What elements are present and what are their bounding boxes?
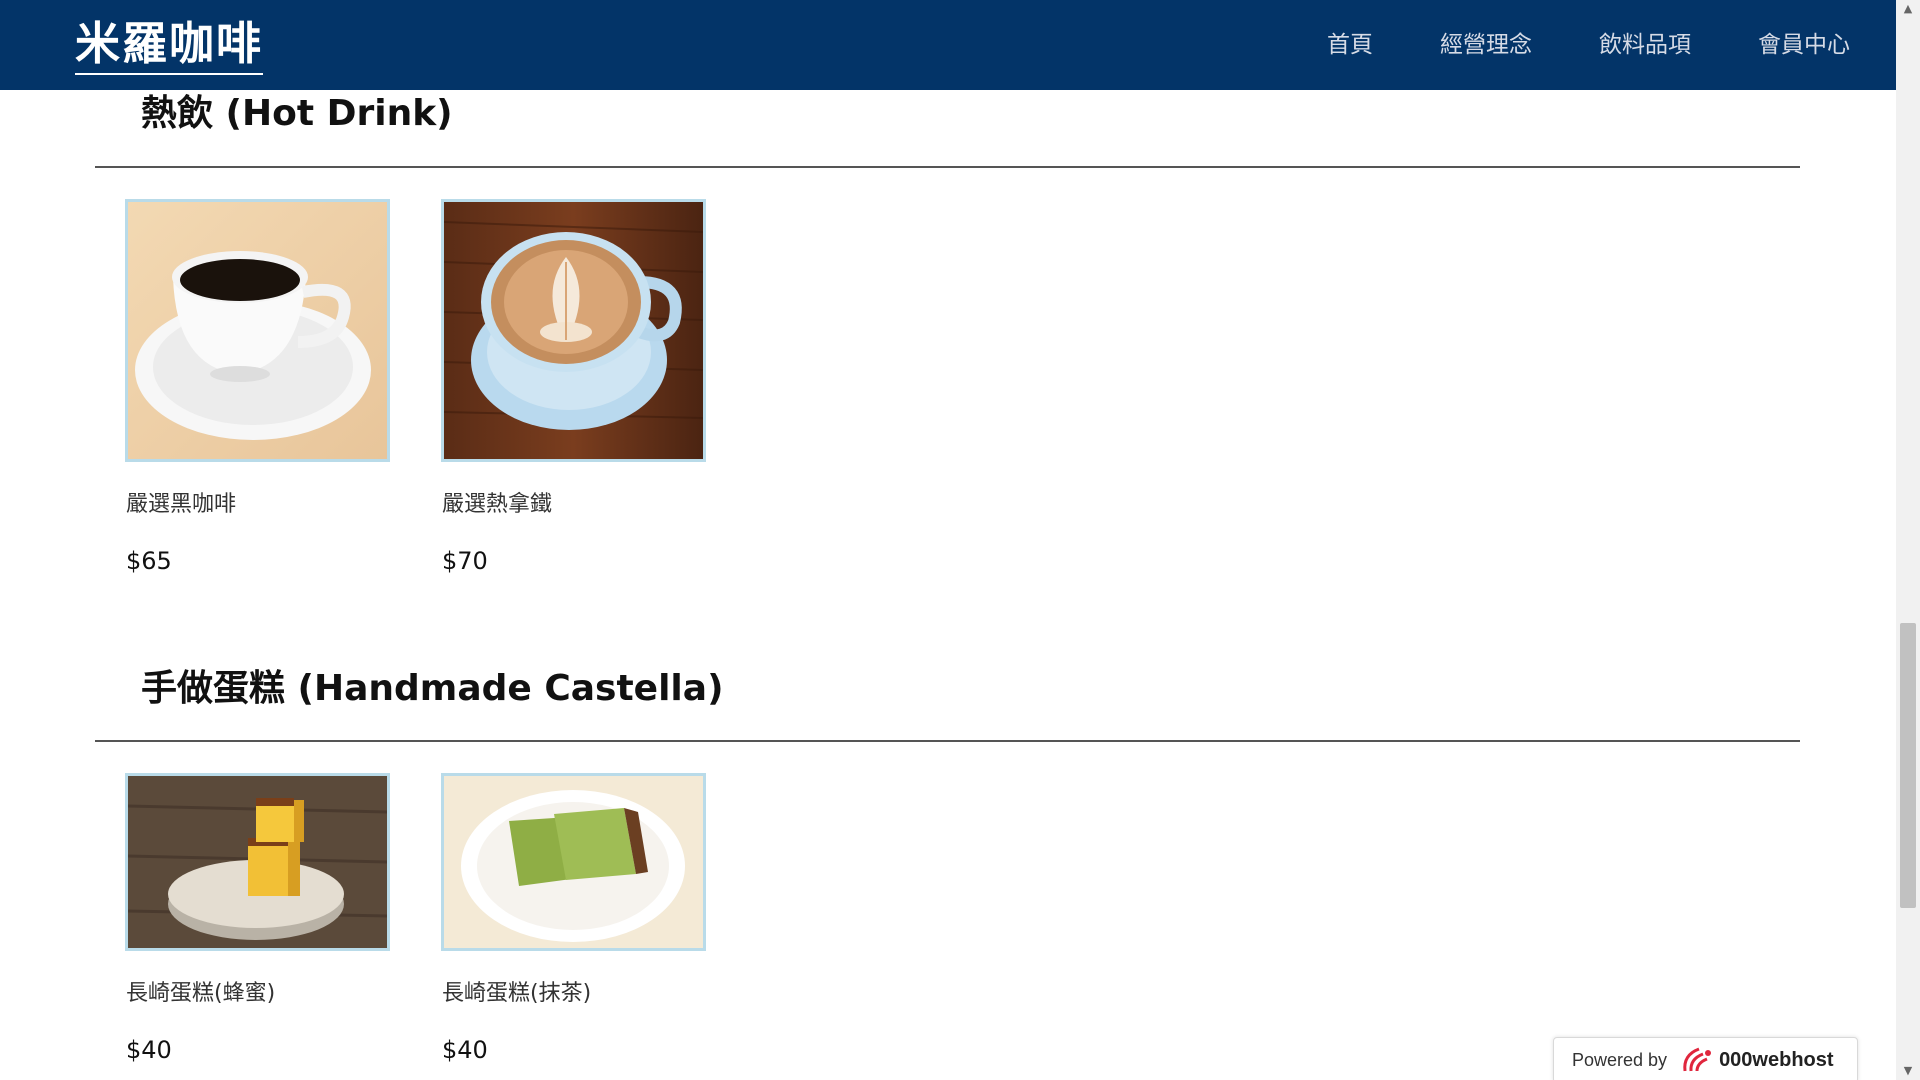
product-card[interactable]: 長崎蛋糕(蜂蜜) $40 (125, 773, 390, 1064)
product-image-honey-castella[interactable] (125, 773, 390, 951)
latte-photo (444, 202, 703, 459)
scroll-thumb[interactable] (1900, 623, 1916, 908)
matcha-castella-photo (444, 776, 703, 948)
product-card[interactable]: 嚴選黑咖啡 $65 (125, 199, 390, 575)
product-card[interactable]: 長崎蛋糕(抹茶) $40 (441, 773, 706, 1064)
powered-by-badge[interactable]: Powered by 000webhost (1553, 1037, 1858, 1080)
nav-home[interactable]: 首頁 (1327, 28, 1373, 62)
webhost-brand: 000webhost (1719, 1048, 1834, 1071)
product-price: $65 (126, 547, 172, 575)
section-divider (95, 166, 1800, 168)
product-image-black-coffee[interactable] (125, 199, 390, 462)
honey-castella-photo (128, 776, 387, 948)
product-name: 長崎蛋糕(抹茶) (442, 981, 592, 1006)
product-name: 嚴選黑咖啡 (126, 492, 237, 517)
main-nav: 首頁 經營理念 飲料品項 會員中心 (1260, 28, 1850, 62)
scroll-down-arrow-icon[interactable]: ▼ (1896, 1062, 1920, 1080)
scroll-up-arrow-icon[interactable]: ▲ (1896, 0, 1920, 18)
product-price: $70 (442, 547, 488, 575)
section-divider (95, 740, 1800, 742)
product-name: 長崎蛋糕(蜂蜜) (126, 981, 276, 1006)
product-card[interactable]: 嚴選熱拿鐵 $70 (441, 199, 706, 575)
nav-philosophy[interactable]: 經營理念 (1440, 28, 1532, 62)
nav-member[interactable]: 會員中心 (1758, 28, 1850, 62)
site-logo[interactable]: 米羅咖啡 (75, 18, 264, 75)
section-title-castella: 手做蛋糕 (Handmade Castella) (141, 668, 724, 709)
section-title-hot-drink: 熱飲 (Hot Drink) (141, 93, 453, 134)
product-image-latte[interactable] (441, 199, 706, 462)
product-price: $40 (442, 1036, 488, 1064)
page: 米羅咖啡 首頁 經營理念 飲料品項 會員中心 熱飲 (Hot Drink) 嚴選… (0, 0, 1896, 1080)
powered-by-label: Powered by (1572, 1049, 1668, 1070)
page-scrollbar[interactable]: ▲ ▼ (1896, 0, 1920, 1080)
webhost-logo-icon (1683, 1047, 1712, 1072)
black-coffee-photo (128, 202, 387, 459)
product-name: 嚴選熱拿鐵 (442, 492, 553, 517)
product-price: $40 (126, 1036, 172, 1064)
site-header: 米羅咖啡 首頁 經營理念 飲料品項 會員中心 (0, 0, 1896, 90)
nav-drinks[interactable]: 飲料品項 (1599, 28, 1691, 62)
product-image-matcha-castella[interactable] (441, 773, 706, 951)
